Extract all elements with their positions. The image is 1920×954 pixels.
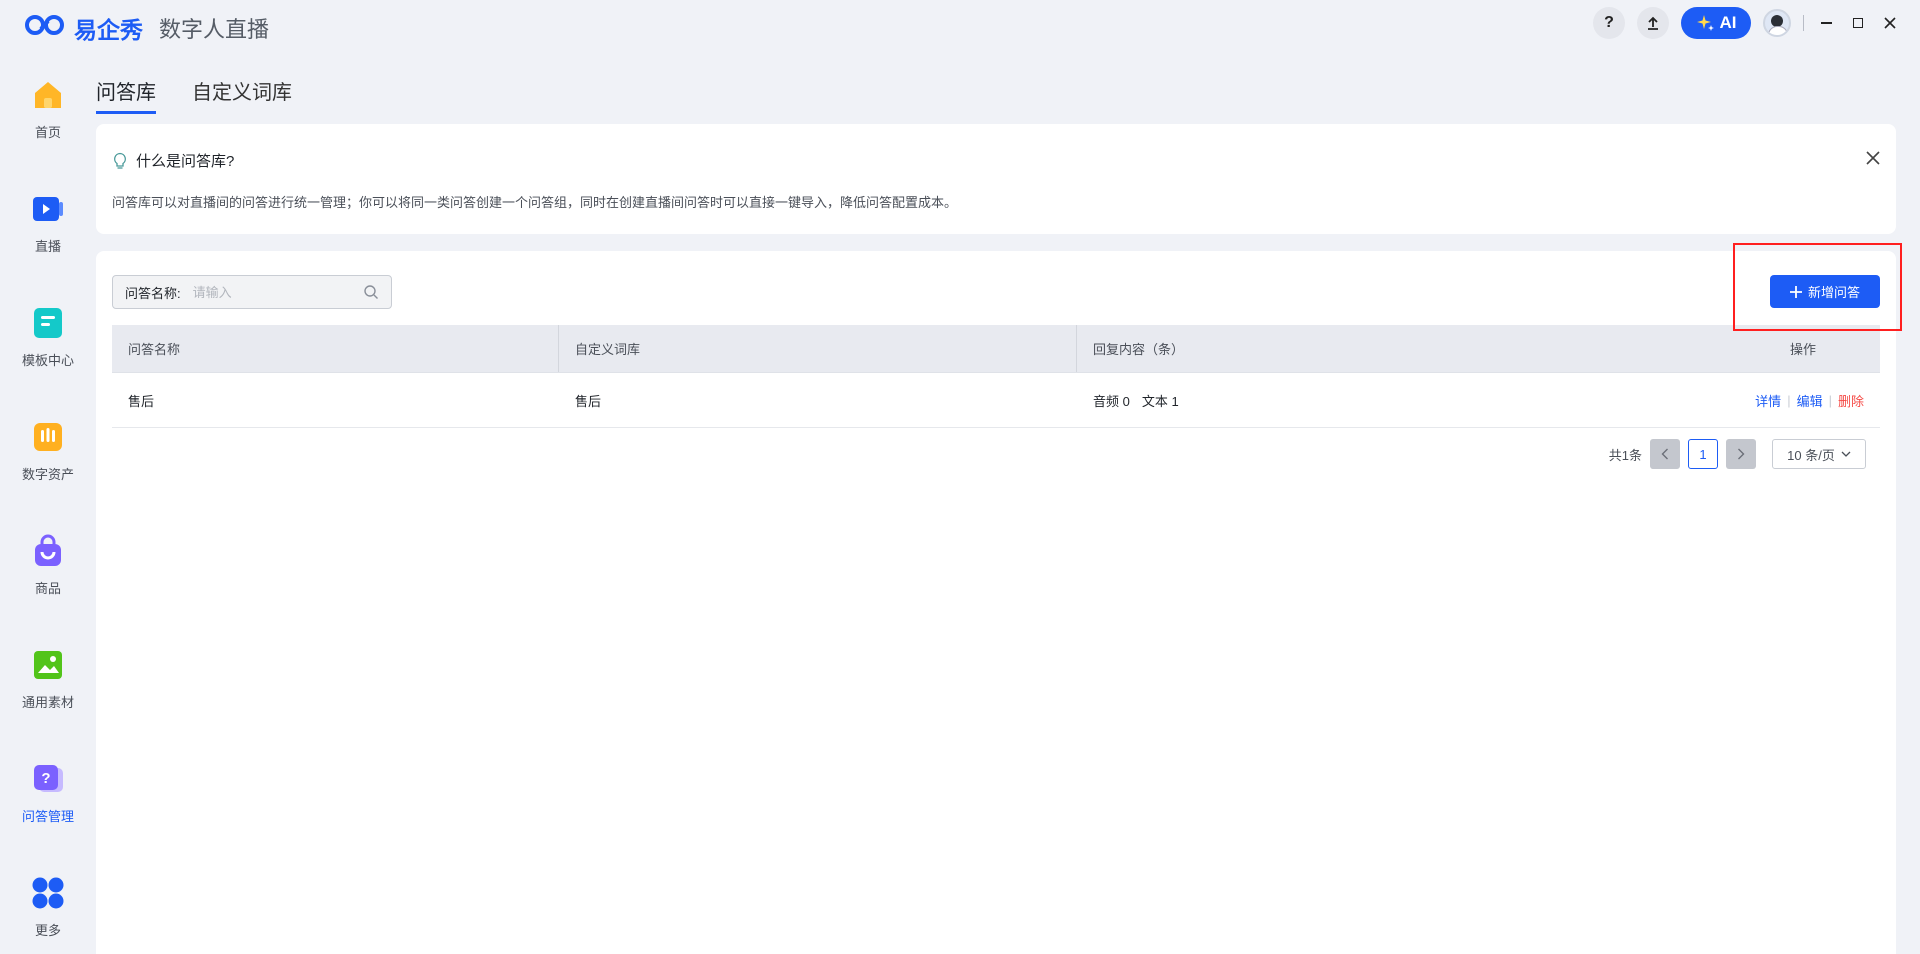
app-subtitle: 数字人直播 bbox=[159, 17, 270, 42]
info-description: 问答库可以对直播间的问答进行统一管理；你可以将同一类问答创建一个问答组，同时在创… bbox=[112, 195, 958, 210]
sidebar-item-label: 首页 bbox=[34, 125, 61, 140]
page-number[interactable]: 1 bbox=[1688, 439, 1718, 469]
action-divider: | bbox=[1828, 392, 1832, 408]
more-icon bbox=[31, 876, 65, 910]
sidebar-item-label: 更多 bbox=[34, 923, 61, 938]
chevron-right-icon bbox=[1738, 448, 1745, 460]
text-count: 文本 1 bbox=[1141, 393, 1179, 409]
search-field: 问答名称: bbox=[112, 275, 392, 309]
next-page-button[interactable] bbox=[1726, 439, 1756, 469]
search-label: 问答名称: bbox=[125, 285, 181, 301]
sidebar-item-home[interactable]: 首页 bbox=[0, 60, 96, 150]
sidebar-item-label: 模板中心 bbox=[21, 353, 74, 368]
divider bbox=[1803, 15, 1804, 31]
detail-link[interactable]: 详情 bbox=[1755, 391, 1781, 410]
sidebar-item-assets[interactable]: 数字资产 bbox=[0, 402, 96, 492]
qa-table: 问答名称 自定义词库 回复内容（条） 操作 售后 售后 音频 0 文本 1 详情… bbox=[112, 325, 1880, 428]
total-count: 共1条 bbox=[1608, 447, 1642, 463]
tab-qa-library[interactable]: 问答库 bbox=[96, 76, 156, 114]
sidebar-item-more[interactable]: 更多 bbox=[0, 858, 96, 948]
qa-icon: ? bbox=[31, 762, 65, 796]
ai-button[interactable]: AI bbox=[1681, 7, 1751, 39]
search-input[interactable] bbox=[192, 284, 343, 300]
highlight-box bbox=[1733, 243, 1902, 331]
title-bar: 易企秀 数字人直播 ? AI bbox=[0, 0, 1920, 50]
help-icon: ? bbox=[1604, 14, 1614, 31]
qa-list-panel: 问答名称: 新增问答 问答名称 自定义词库 回复内容（条） 操作 售后 售后 音… bbox=[96, 251, 1896, 954]
cell-name: 售后 bbox=[128, 393, 155, 409]
chevron-down-icon bbox=[1841, 451, 1851, 457]
upload-button[interactable] bbox=[1637, 7, 1669, 39]
brand-name: 易企秀 bbox=[74, 17, 143, 43]
template-icon bbox=[31, 306, 65, 340]
sidebar-item-template[interactable]: 模板中心 bbox=[0, 288, 96, 378]
sidebar-item-qa[interactable]: ? 问答管理 bbox=[0, 744, 96, 834]
home-icon bbox=[31, 78, 65, 112]
maximize-button[interactable] bbox=[1848, 13, 1868, 33]
chevron-left-icon bbox=[1661, 448, 1668, 460]
cell-reply-count: 音频 0 文本 1 bbox=[1077, 373, 1750, 427]
close-icon bbox=[1884, 17, 1896, 29]
minimize-icon bbox=[1820, 22, 1832, 24]
sidebar-item-label: 通用素材 bbox=[21, 695, 74, 710]
app-logo: 易企秀 数字人直播 bbox=[24, 11, 269, 45]
prev-page-button[interactable] bbox=[1650, 439, 1680, 469]
header-actions: 操作 bbox=[1790, 342, 1817, 357]
lightbulb-icon bbox=[114, 152, 126, 169]
tab-bar: 问答库 自定义词库 bbox=[96, 76, 292, 114]
asset-icon bbox=[31, 420, 65, 454]
info-banner: 什么是问答库? 问答库可以对直播间的问答进行统一管理；你可以将同一类问答创建一个… bbox=[96, 124, 1896, 234]
header-lexicon: 自定义词库 bbox=[559, 325, 1077, 372]
sidebar-item-material[interactable]: 通用素材 bbox=[0, 630, 96, 720]
sidebar-item-goods[interactable]: 商品 bbox=[0, 516, 96, 606]
ai-label: AI bbox=[1719, 13, 1737, 32]
table-row: 售后 售后 音频 0 文本 1 详情 | 编辑 | 删除 bbox=[112, 373, 1880, 428]
sidebar-item-label: 问答管理 bbox=[21, 809, 74, 824]
upload-icon bbox=[1648, 16, 1658, 30]
sidebar-item-label: 直播 bbox=[34, 239, 61, 254]
sparkle-icon bbox=[1696, 15, 1714, 31]
close-window-button[interactable] bbox=[1880, 13, 1900, 33]
tab-custom-lexicon[interactable]: 自定义词库 bbox=[192, 76, 292, 114]
help-button[interactable]: ? bbox=[1593, 7, 1625, 39]
sidebar-item-label: 数字资产 bbox=[21, 467, 74, 482]
maximize-icon bbox=[1853, 18, 1863, 28]
live-icon bbox=[31, 192, 65, 226]
page-size-value: 10 条/页 bbox=[1787, 447, 1835, 463]
logo-mark-icon bbox=[24, 13, 68, 43]
search-icon[interactable] bbox=[363, 284, 379, 300]
delete-link[interactable]: 删除 bbox=[1838, 391, 1864, 410]
page-size-select[interactable]: 10 条/页 bbox=[1772, 439, 1866, 469]
audio-count: 音频 0 bbox=[1093, 393, 1130, 409]
svg-text:?: ? bbox=[41, 770, 50, 787]
sidebar-item-label: 商品 bbox=[34, 581, 61, 596]
close-icon bbox=[1866, 151, 1880, 165]
table-header: 问答名称 自定义词库 回复内容（条） 操作 bbox=[112, 325, 1880, 373]
action-divider: | bbox=[1787, 392, 1791, 408]
minimize-button[interactable] bbox=[1816, 13, 1836, 33]
info-title: 什么是问答库? bbox=[136, 153, 235, 170]
shopping-bag-icon bbox=[31, 534, 65, 568]
pagination: 共1条 1 10 条/页 bbox=[1609, 439, 1866, 469]
cell-lexicon: 售后 bbox=[575, 393, 602, 409]
cell-actions: 详情 | 编辑 | 删除 bbox=[1750, 373, 1880, 427]
image-icon bbox=[31, 648, 65, 682]
edit-link[interactable]: 编辑 bbox=[1797, 391, 1823, 410]
sidebar-item-live[interactable]: 直播 bbox=[0, 174, 96, 264]
close-banner-button[interactable] bbox=[1866, 146, 1880, 170]
avatar[interactable] bbox=[1763, 9, 1791, 37]
header-reply-count: 回复内容（条） bbox=[1093, 342, 1185, 357]
header-name: 问答名称 bbox=[112, 325, 559, 372]
